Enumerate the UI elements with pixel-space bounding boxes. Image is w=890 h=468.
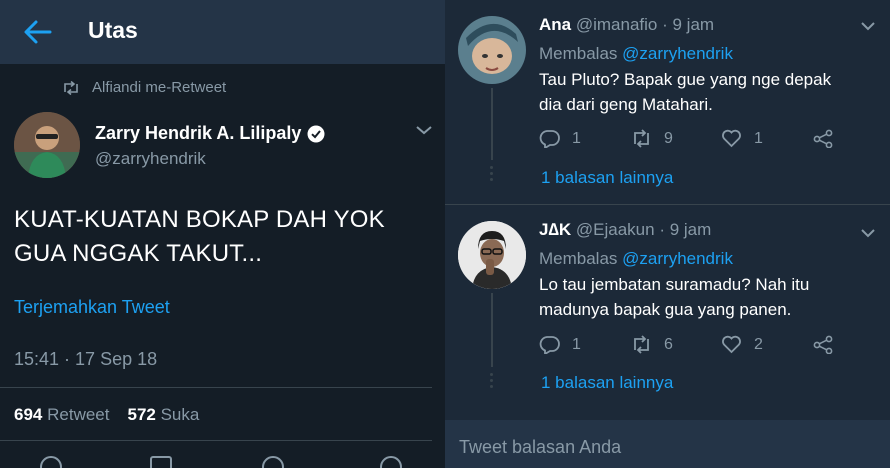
tweet-action-bar xyxy=(40,456,420,468)
retweet-icon[interactable] xyxy=(150,456,172,468)
more-replies-link[interactable]: 1 balasan lainnya xyxy=(541,168,673,188)
avatar[interactable] xyxy=(458,16,526,84)
retweet-stat[interactable]: 694 Retweet xyxy=(14,405,109,425)
replies-panel: Ana @imanafio · 9 jam Membalas @zarryhen… xyxy=(445,0,890,468)
like-button[interactable]: 2 xyxy=(721,335,763,354)
tweet-timestamp: 15:41 · 17 Sep 18 xyxy=(14,349,158,369)
page-title: Utas xyxy=(88,17,138,43)
share-icon xyxy=(813,335,833,354)
reply-header: Ana @imanafio · 9 jam xyxy=(539,15,714,35)
reply-time: · 9 jam xyxy=(662,15,715,34)
chevron-down-icon[interactable] xyxy=(860,227,876,239)
replying-to-handle[interactable]: @zarryhendrik xyxy=(622,249,733,268)
arrow-left-icon[interactable] xyxy=(22,18,52,46)
share-icon xyxy=(813,129,833,148)
retweet-button[interactable]: 6 xyxy=(631,335,673,354)
like-button[interactable]: 1 xyxy=(721,129,763,148)
avatar[interactable] xyxy=(458,221,526,289)
reply-header: J∆K @Ejaakun · 9 jam xyxy=(539,220,711,240)
reply-tweet[interactable]: Ana @imanafio · 9 jam Membalas @zarryhen… xyxy=(445,0,890,205)
reply-button[interactable]: 1 xyxy=(539,129,581,148)
reply-author-handle[interactable]: @imanafio xyxy=(576,15,658,34)
divider xyxy=(0,440,432,441)
heart-icon xyxy=(722,129,741,148)
retweet-icon xyxy=(634,335,649,354)
reply-input-placeholder[interactable]: Tweet balasan Anda xyxy=(459,437,621,458)
thread-dots xyxy=(490,166,494,184)
reply-composer[interactable]: Tweet balasan Anda xyxy=(445,420,890,468)
reply-time: · 9 jam xyxy=(659,220,712,239)
main-tweet-panel: Utas Alfiandi me-Retweet Zarry Hendrik A… xyxy=(0,0,445,468)
retweet-button[interactable]: 9 xyxy=(631,129,673,148)
reply-actions: 1 9 1 xyxy=(539,129,839,149)
reply-actions: 1 6 2 xyxy=(539,335,839,355)
reply-tweet[interactable]: J∆K @Ejaakun · 9 jam Membalas @zarryhend… xyxy=(445,205,890,420)
reply-icon xyxy=(539,130,560,148)
top-bar: Utas xyxy=(0,0,445,64)
replying-to: Membalas @zarryhendrik xyxy=(539,249,733,268)
retweet-icon xyxy=(64,80,78,95)
thread-line xyxy=(491,88,493,160)
reply-text: Tau Pluto? Bapak gue yang nge depak dia … xyxy=(539,70,832,114)
chevron-down-icon[interactable] xyxy=(860,20,876,32)
more-replies-link[interactable]: 1 balasan lainnya xyxy=(541,373,673,393)
divider xyxy=(0,387,432,388)
heart-icon[interactable] xyxy=(262,456,284,468)
retweet-icon xyxy=(634,129,649,148)
like-stat[interactable]: 572 Suka xyxy=(127,405,199,425)
replying-to: Membalas @zarryhendrik xyxy=(539,44,733,63)
avatar[interactable] xyxy=(14,112,80,178)
tweet-stats: 694 Retweet 572 Suka xyxy=(14,405,199,425)
reply-author-name[interactable]: J∆K xyxy=(539,220,571,239)
reply-icon xyxy=(539,336,560,354)
tweet-text: KUAT-KUATAN BOKAP DAH YOK GUA NGGAK TAKU… xyxy=(14,206,385,267)
reply-author-name[interactable]: Ana xyxy=(539,15,571,34)
retweet-context-label: Alfiandi me-Retweet xyxy=(92,79,227,96)
retweet-context[interactable]: Alfiandi me-Retweet xyxy=(62,79,226,96)
heart-icon xyxy=(722,335,741,354)
thread-line xyxy=(491,293,493,367)
reply-button[interactable]: 1 xyxy=(539,335,581,354)
share-icon[interactable] xyxy=(380,456,402,468)
author-handle[interactable]: @zarryhendrik xyxy=(95,149,206,169)
translate-tweet-link[interactable]: Terjemahkan Tweet xyxy=(14,297,170,318)
reply-icon[interactable] xyxy=(40,456,62,468)
author-name[interactable]: Zarry Hendrik A. Lilipaly xyxy=(95,123,325,144)
reply-author-handle[interactable]: @Ejaakun xyxy=(576,220,655,239)
thread-dots xyxy=(490,373,494,391)
verified-badge-icon xyxy=(307,125,325,142)
reply-text: Lo tau jembatan suramadu? Nah itu maduny… xyxy=(539,275,810,319)
share-button[interactable] xyxy=(813,335,834,354)
share-button[interactable] xyxy=(813,129,834,148)
replying-to-handle[interactable]: @zarryhendrik xyxy=(622,44,733,63)
chevron-down-icon[interactable] xyxy=(415,123,433,137)
